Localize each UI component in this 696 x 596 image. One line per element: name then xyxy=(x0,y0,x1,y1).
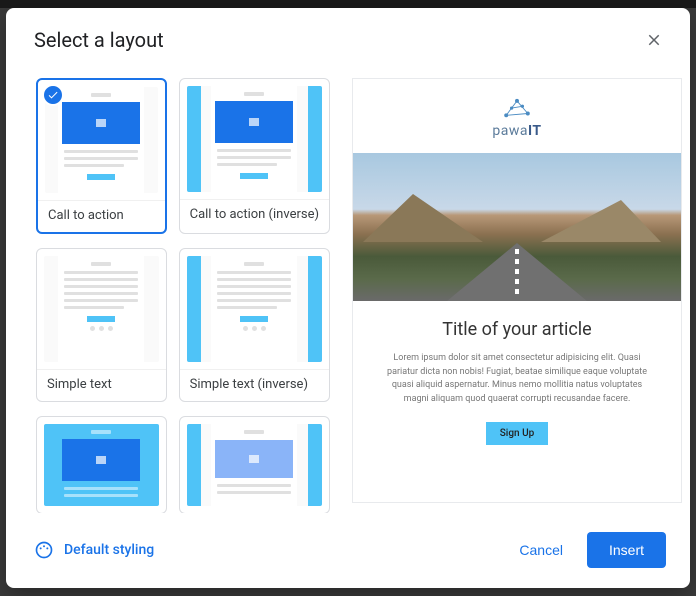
layout-thumbnail xyxy=(187,86,322,192)
insert-button[interactable]: Insert xyxy=(587,532,666,568)
layout-thumbnail xyxy=(187,424,322,506)
preview-article-title: Title of your article xyxy=(379,319,655,340)
modal-footer: Default styling Cancel Insert xyxy=(6,513,690,588)
layout-label: Call to action xyxy=(38,200,165,232)
close-icon xyxy=(645,31,663,49)
close-button[interactable] xyxy=(640,26,668,54)
modal-header: Select a layout xyxy=(6,8,690,68)
brand-logo-icon xyxy=(499,97,535,121)
footer-actions: Cancel Insert xyxy=(505,532,666,568)
modal-title: Select a layout xyxy=(34,28,164,52)
layout-option-6[interactable] xyxy=(179,416,330,513)
layout-label: Call to action (inverse) xyxy=(180,199,329,231)
layout-option-simple-text-inverse[interactable]: Simple text (inverse) xyxy=(179,248,330,402)
layout-option-5[interactable] xyxy=(36,416,167,513)
layout-option-call-to-action[interactable]: Call to action xyxy=(36,78,167,234)
preview-signup-button: Sign Up xyxy=(486,422,549,445)
brand-name: pawaIT xyxy=(492,123,541,139)
layout-thumbnail xyxy=(187,256,322,362)
default-styling-label: Default styling xyxy=(64,542,154,558)
selected-check-icon xyxy=(42,84,64,106)
cancel-button[interactable]: Cancel xyxy=(505,534,577,566)
preview-brand: pawaIT xyxy=(353,79,681,153)
layout-label: Simple text xyxy=(37,369,166,401)
layout-picker-modal: Select a layout xyxy=(6,8,690,588)
layout-option-call-to-action-inverse[interactable]: Call to action (inverse) xyxy=(179,78,330,234)
layout-thumbnail xyxy=(44,256,159,362)
layouts-grid: Call to action Call to action (inverse) xyxy=(36,78,330,513)
preview-document: pawaIT Title of your article Lorem ipsum… xyxy=(352,78,682,503)
layout-thumbnail xyxy=(45,87,158,193)
layouts-panel[interactable]: Call to action Call to action (inverse) xyxy=(26,68,338,513)
preview-hero-image xyxy=(353,153,681,301)
default-styling-button[interactable]: Default styling xyxy=(34,540,154,560)
preview-article-text: Lorem ipsum dolor sit amet consectetur a… xyxy=(379,352,655,406)
layout-option-simple-text[interactable]: Simple text xyxy=(36,248,167,402)
preview-article: Title of your article Lorem ipsum dolor … xyxy=(353,301,681,469)
modal-body: Call to action Call to action (inverse) xyxy=(6,68,690,513)
palette-icon xyxy=(34,540,54,560)
layout-thumbnail xyxy=(44,424,159,506)
layout-label: Simple text (inverse) xyxy=(180,369,329,401)
preview-panel[interactable]: pawaIT Title of your article Lorem ipsum… xyxy=(338,68,690,513)
